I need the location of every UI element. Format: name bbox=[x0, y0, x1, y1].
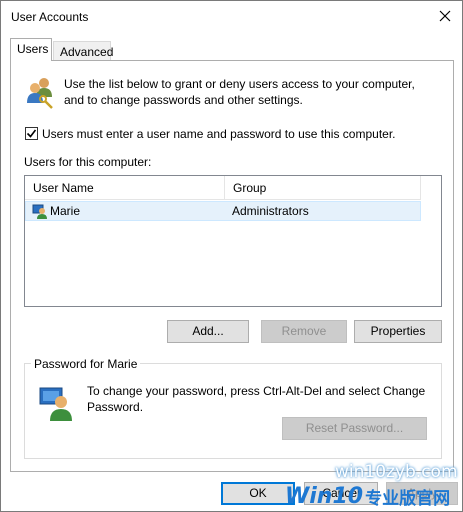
user-avatar-icon bbox=[32, 203, 48, 222]
properties-button[interactable]: Properties bbox=[354, 320, 442, 343]
watermark-url: win10zyb.com bbox=[335, 462, 458, 482]
users-icon bbox=[24, 75, 58, 109]
column-header-user-name[interactable]: User Name bbox=[25, 176, 225, 200]
user-accounts-window: User Accounts Users Advanced Use the lis… bbox=[0, 0, 463, 512]
column-header-group-label: Group bbox=[233, 181, 267, 195]
users-list-heading: Users for this computer: bbox=[24, 155, 152, 169]
users-list[interactable]: User Name Group Marie Administrators bbox=[24, 175, 442, 307]
password-instructions: To change your password, press Ctrl-Alt-… bbox=[87, 384, 426, 414]
reset-password-button[interactable]: Reset Password... bbox=[282, 417, 427, 440]
row-user-name: Marie bbox=[50, 204, 81, 218]
require-login-label[interactable]: Users must enter a user name and passwor… bbox=[42, 127, 396, 141]
password-group-title: Password for Marie bbox=[31, 357, 141, 371]
table-row[interactable]: Marie Administrators bbox=[25, 201, 421, 221]
users-description: Use the list below to grant or deny user… bbox=[64, 77, 415, 107]
require-login-checkbox[interactable] bbox=[25, 127, 38, 140]
add-button[interactable]: Add... bbox=[167, 320, 249, 343]
password-user-icon bbox=[39, 385, 75, 421]
window-title: User Accounts bbox=[11, 10, 89, 24]
ok-button[interactable]: OK bbox=[221, 482, 295, 505]
title-bar[interactable]: User Accounts bbox=[1, 1, 462, 33]
watermark-brand: Win10 bbox=[285, 483, 364, 509]
tab-users[interactable]: Users bbox=[10, 38, 52, 61]
remove-button[interactable]: Remove bbox=[261, 320, 347, 343]
watermark-brand-suffix: 专业版官网 bbox=[365, 488, 451, 509]
tab-users-label: Users bbox=[17, 42, 49, 56]
column-header-group[interactable]: Group bbox=[225, 176, 421, 200]
close-icon bbox=[439, 10, 451, 22]
watermark-logo: Win10 专业版官网 bbox=[285, 480, 463, 512]
row-group: Administrators bbox=[232, 204, 309, 218]
column-header-user-name-label: User Name bbox=[33, 181, 94, 195]
checkmark-icon bbox=[26, 129, 37, 138]
tab-advanced-label: Advanced bbox=[60, 45, 114, 59]
tab-advanced[interactable]: Advanced bbox=[53, 41, 114, 61]
close-button[interactable] bbox=[430, 3, 460, 29]
